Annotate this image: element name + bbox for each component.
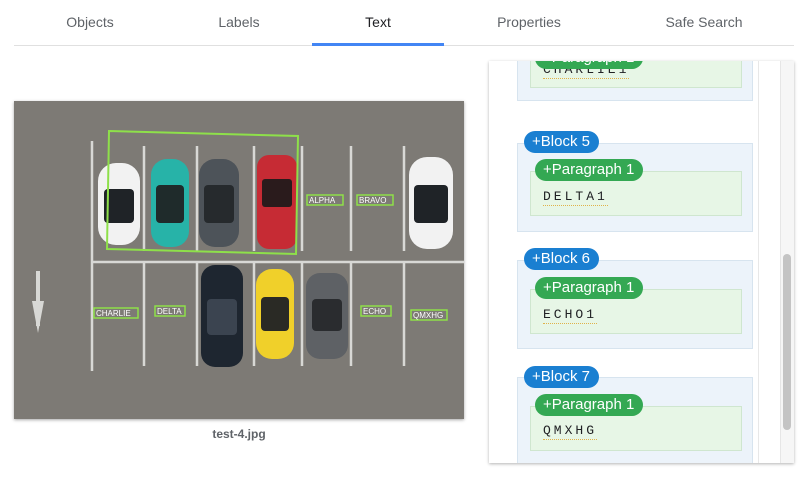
block-chip[interactable]: +Block 7 [524,366,599,388]
text-block-6: ECHO1 [517,260,753,349]
detected-label-echo: ECHO [363,307,386,316]
paragraph-chip[interactable]: +Paragraph 1 [535,394,644,416]
tab-properties[interactable]: Properties [444,0,614,45]
tab-bar: Objects Labels Text Properties Safe Sear… [14,0,794,46]
text-block-7: QMXHG [517,377,753,463]
tab-safe-search[interactable]: Safe Search [614,0,794,45]
tab-labels[interactable]: Labels [166,0,312,45]
tab-text[interactable]: Text [312,0,444,46]
parking-lot-photo: ALPHA BRAVO CHARLIE DELTA ECHO QMXHG [14,101,464,419]
paragraph-text: ECHO1 [543,307,598,324]
detected-label-delta: DELTA [157,307,182,316]
detected-label-bravo: BRAVO [359,196,386,205]
text-blocks-panel: CHARLIE1 +Paragraph 1 DELTA1 +Block 5 +P… [489,61,794,463]
text-block-5: DELTA1 [517,143,753,232]
block-chip[interactable]: +Block 6 [524,248,599,270]
tab-objects[interactable]: Objects [14,0,166,45]
block-chip[interactable]: +Block 5 [524,131,599,153]
detected-label-charlie: CHARLIE [96,309,131,318]
paragraph-text: QMXHG [543,423,598,440]
analyzed-image: ALPHA BRAVO CHARLIE DELTA ECHO QMXHG [14,101,464,419]
detected-label-qmxhg: QMXHG [413,311,443,320]
image-caption: test-4.jpg [212,427,266,441]
paragraph-text: DELTA1 [543,189,608,206]
detected-label-alpha: ALPHA [309,196,336,205]
blocks-list: CHARLIE1 +Paragraph 1 DELTA1 +Block 5 +P… [489,61,780,463]
paragraph-chip[interactable]: +Paragraph 1 [535,61,644,69]
paragraph-chip[interactable]: +Paragraph 1 [535,159,644,181]
paragraph-chip[interactable]: +Paragraph 1 [535,277,644,299]
panel-scrollbar[interactable] [780,61,794,463]
scrollbar-thumb[interactable] [783,254,791,430]
